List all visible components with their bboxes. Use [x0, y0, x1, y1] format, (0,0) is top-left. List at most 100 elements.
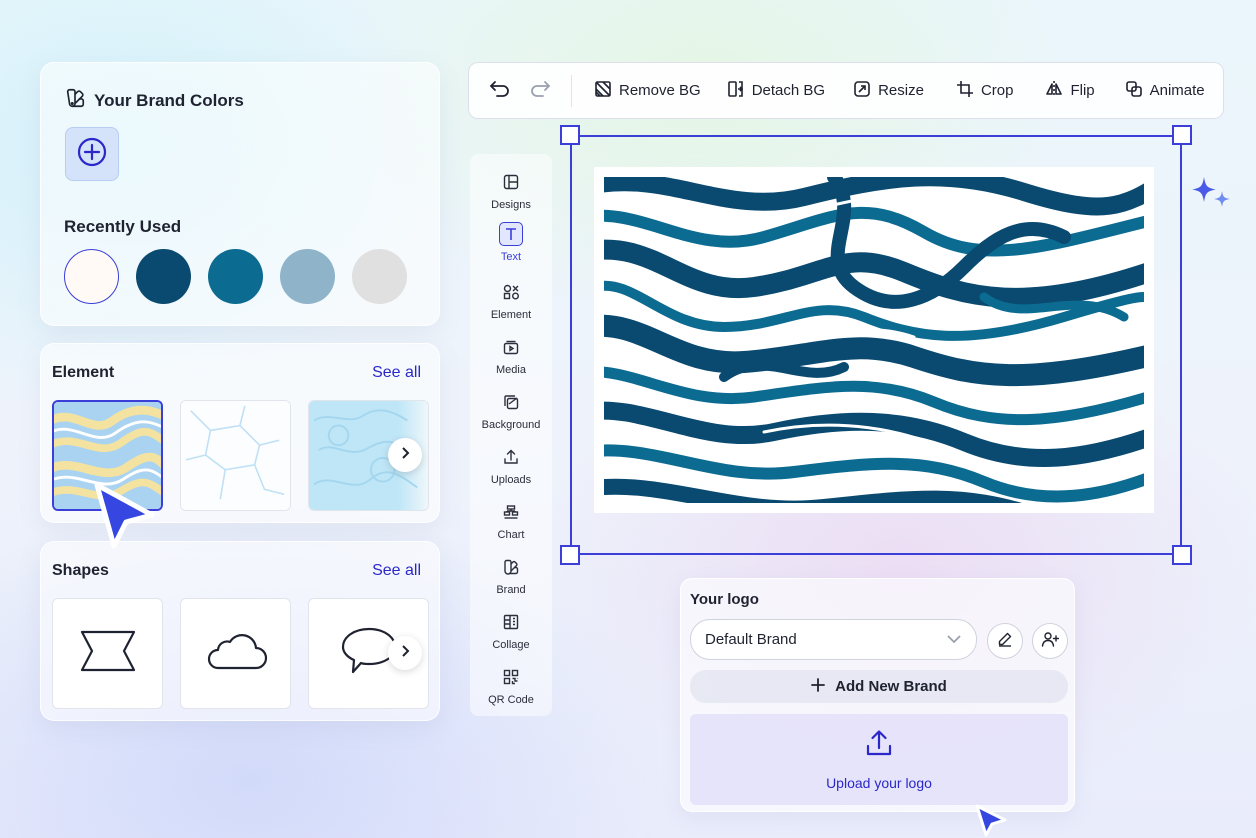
pencil-icon: [997, 631, 1013, 652]
remove-bg-button[interactable]: Remove BG: [594, 80, 701, 102]
crop-button[interactable]: Crop: [956, 80, 1014, 102]
rail-label: Background: [481, 419, 541, 431]
brand-colors-title: Your Brand Colors: [94, 90, 244, 110]
hourglass-shape-icon: [78, 629, 138, 678]
chevron-down-icon: [946, 631, 962, 648]
color-swatch[interactable]: [64, 249, 119, 304]
element-shapes-icon: [499, 280, 523, 304]
pointer-cursor-icon: [973, 802, 1011, 838]
flip-button[interactable]: Flip: [1045, 80, 1095, 102]
image-toolbar: Remove BG Detach BG Resize Crop Flip Ani…: [468, 62, 1224, 119]
ai-sparkle-icon: [1190, 175, 1236, 220]
brand-select-value: Default Brand: [705, 631, 797, 648]
add-new-brand-button[interactable]: Add New Brand: [690, 670, 1068, 703]
collage-icon: [499, 610, 523, 634]
color-swatch[interactable]: [208, 249, 263, 304]
brand-palette-icon: [499, 555, 523, 579]
remove-background-icon: [594, 80, 612, 102]
rail-item-background[interactable]: Background: [470, 390, 552, 431]
recently-used-label: Recently Used: [64, 217, 182, 236]
color-swatch[interactable]: [280, 249, 335, 304]
add-brand-member-button[interactable]: [1032, 623, 1068, 659]
upload-icon: [864, 728, 894, 761]
rail-item-qr-code[interactable]: QR Code: [470, 665, 552, 706]
redo-icon[interactable]: [529, 77, 551, 104]
detach-background-icon: [727, 80, 745, 102]
cloud-shape-icon: [204, 630, 268, 677]
rail-item-collage[interactable]: Collage: [470, 610, 552, 651]
rail-item-uploads[interactable]: Uploads: [470, 445, 552, 486]
flip-icon: [1045, 80, 1063, 102]
detach-bg-button[interactable]: Detach BG: [727, 80, 825, 102]
rail-item-text[interactable]: Text: [470, 222, 552, 263]
add-new-brand-label: Add New Brand: [835, 678, 947, 695]
element-thumbnail-cracked-marble[interactable]: [180, 400, 291, 511]
add-brand-color-button[interactable]: [65, 127, 119, 181]
resize-handle-top-right[interactable]: [1172, 125, 1192, 145]
upload-icon: [499, 445, 523, 469]
rail-item-designs[interactable]: Designs: [470, 170, 552, 211]
designs-icon: [499, 170, 523, 194]
your-logo-title: Your logo: [690, 591, 759, 608]
chevron-right-icon: [398, 644, 412, 663]
rail-label: Media: [496, 364, 526, 376]
your-logo-panel: Your logo Default Brand Add New Brand Up…: [680, 578, 1075, 812]
crop-icon: [956, 80, 974, 102]
shape-thumbnail-hourglass[interactable]: [52, 598, 163, 709]
rail-item-chart[interactable]: Chart: [470, 500, 552, 541]
resize-handle-top-left[interactable]: [560, 125, 580, 145]
shapes-section: Shapes See all: [40, 541, 440, 721]
text-icon: [499, 222, 523, 246]
resize-handle-bottom-left[interactable]: [560, 545, 580, 565]
undo-icon[interactable]: [489, 77, 511, 104]
edit-brand-button[interactable]: [987, 623, 1023, 659]
media-icon: [499, 335, 523, 359]
brand-palette-icon: [64, 87, 86, 114]
resize-icon: [853, 80, 871, 102]
plus-icon: [811, 677, 826, 696]
element-see-all-link[interactable]: See all: [372, 364, 421, 382]
upload-logo-dropzone[interactable]: Upload your logo: [690, 714, 1068, 805]
background-layers-icon: [499, 390, 523, 414]
rail-label: Collage: [492, 639, 530, 651]
side-navigation-rail: Designs Text Element Media Background Up…: [470, 154, 552, 716]
plus-circle-icon: [77, 137, 107, 172]
brand-colors-card: Your Brand Colors Recently Used: [40, 62, 440, 326]
resize-button[interactable]: Resize: [853, 80, 924, 102]
qr-code-icon: [499, 665, 523, 689]
rail-label: Element: [490, 309, 532, 321]
selection-frame: [570, 135, 1182, 555]
brand-colors-header: Your Brand Colors: [64, 87, 244, 114]
mouse-cursor-icon: [92, 480, 160, 557]
chevron-right-icon: [398, 446, 412, 465]
rail-label: Chart: [497, 529, 525, 541]
resize-handle-bottom-right[interactable]: [1172, 545, 1192, 565]
element-scroll-next-button[interactable]: [388, 438, 422, 472]
crop-label: Crop: [980, 82, 1014, 99]
detach-bg-label: Detach BG: [751, 82, 826, 99]
shapes-scroll-next-button[interactable]: [388, 636, 422, 670]
animate-label: Animate: [1149, 82, 1205, 99]
color-swatch[interactable]: [136, 249, 191, 304]
flip-label: Flip: [1070, 82, 1095, 99]
brand-select-dropdown[interactable]: Default Brand: [690, 619, 977, 660]
animate-button[interactable]: Animate: [1125, 80, 1205, 102]
color-swatch[interactable]: [352, 249, 407, 304]
rail-label: QR Code: [488, 694, 534, 706]
animate-icon: [1125, 80, 1143, 102]
upload-logo-label: Upload your logo: [826, 775, 932, 791]
shape-thumbnail-cloud[interactable]: [180, 598, 291, 709]
rail-label: Designs: [491, 199, 531, 211]
rail-label: Uploads: [490, 474, 532, 486]
rail-label: Text: [500, 251, 522, 263]
shapes-section-title: Shapes: [52, 562, 109, 579]
resize-label: Resize: [878, 82, 924, 99]
rail-item-brand[interactable]: Brand: [470, 555, 552, 596]
chart-icon: [499, 500, 523, 524]
rail-item-media[interactable]: Media: [470, 335, 552, 376]
toolbar-divider: [571, 74, 572, 107]
element-section-title: Element: [52, 364, 115, 381]
rail-label: Brand: [496, 584, 526, 596]
rail-item-element[interactable]: Element: [470, 280, 552, 321]
shapes-see-all-link[interactable]: See all: [372, 562, 421, 580]
